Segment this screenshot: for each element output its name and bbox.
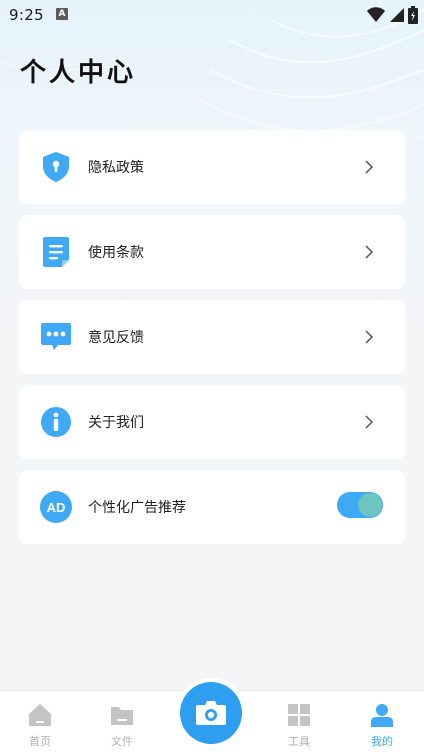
tab-label: 文件: [111, 735, 133, 748]
menu-item-label: 使用条款: [88, 245, 144, 261]
status-bar: 9:25 A: [0, 0, 424, 30]
chevron-right-icon: [365, 330, 374, 344]
chevron-right-icon: [365, 160, 374, 174]
camera-icon: [196, 701, 226, 725]
grid-icon: [288, 704, 310, 726]
menu-item-feedback[interactable]: 意见反馈: [19, 300, 405, 374]
menu-item-label: 个性化广告推荐: [88, 500, 186, 516]
camera-button[interactable]: [180, 682, 242, 744]
status-time: 9:25: [9, 6, 44, 24]
info-icon: [39, 405, 73, 439]
menu-item-privacy-policy[interactable]: 隐私政策: [19, 130, 405, 204]
menu-item-label: 关于我们: [88, 415, 144, 431]
personalized-ads-toggle[interactable]: [337, 492, 383, 518]
ad-icon: AD: [39, 490, 73, 524]
toggle-knob: [358, 493, 382, 517]
user-icon: [371, 704, 393, 727]
home-icon: [29, 704, 51, 726]
signal-icon: [390, 8, 404, 22]
chevron-right-icon: [365, 415, 374, 429]
folder-icon: [111, 707, 133, 725]
tab-mine[interactable]: 我的: [352, 691, 412, 756]
menu-item-label: 意见反馈: [88, 330, 144, 346]
notification-icon: A: [56, 8, 68, 20]
tab-label: 首页: [29, 735, 51, 748]
menu-item-terms-of-use[interactable]: 使用条款: [19, 215, 405, 289]
battery-icon: [408, 6, 418, 24]
chat-bubble-icon: [39, 320, 73, 354]
tab-home[interactable]: 首页: [10, 691, 70, 756]
menu-item-about-us[interactable]: 关于我们: [19, 385, 405, 459]
wifi-icon: [367, 7, 385, 22]
document-icon: [39, 235, 73, 269]
chevron-right-icon: [365, 245, 374, 259]
tab-label: 工具: [288, 735, 310, 748]
menu-item-label: 隐私政策: [88, 160, 144, 176]
page-title: 个人中心: [20, 58, 137, 88]
tab-files[interactable]: 文件: [92, 691, 152, 756]
shield-keyhole-icon: [39, 150, 73, 184]
tab-label: 我的: [371, 735, 393, 748]
menu-item-personalized-ads: AD 个性化广告推荐: [19, 470, 405, 544]
status-icons: [367, 6, 418, 24]
ad-badge: AD: [40, 491, 72, 523]
tab-tools[interactable]: 工具: [269, 691, 329, 756]
